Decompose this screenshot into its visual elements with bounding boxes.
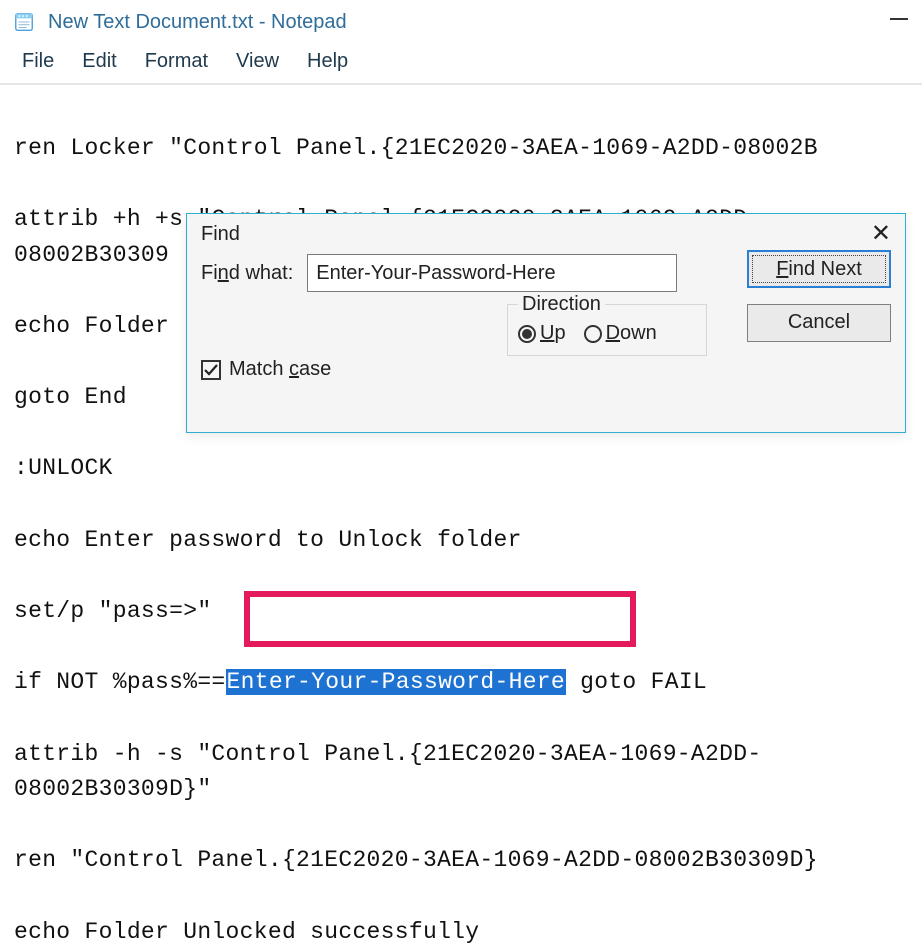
find-next-button[interactable]: Find Next (747, 250, 891, 288)
find-next-underline: F (776, 258, 788, 280)
down-underline: D (606, 322, 620, 344)
editor-line: echo Enter password to Unlock folder (14, 527, 522, 553)
find-dialog-body: Find what: Find Next Cancel Direction Up… (187, 250, 905, 424)
find-what-label: Find what: (201, 262, 293, 285)
menu-format[interactable]: Format (145, 50, 208, 73)
editor-line: 08002B30309 (14, 242, 169, 268)
editor-line: ren "Control Panel.{21EC2020-3AEA-1069-A… (14, 847, 818, 873)
editor-line: echo Folder (14, 313, 169, 339)
find-what-input[interactable] (307, 254, 677, 292)
menubar: File Edit Format View Help (0, 44, 922, 85)
find-next-text: ind Next (788, 258, 861, 280)
close-icon[interactable]: ✕ (871, 222, 891, 246)
editor-line: 08002B30309D}" (14, 776, 211, 802)
down-text: own (620, 322, 657, 344)
radio-icon (518, 325, 536, 343)
menu-edit[interactable]: Edit (82, 50, 116, 73)
match-case-label: Match case (229, 358, 331, 381)
editor-line: goto End (14, 384, 127, 410)
find-dialog-header: Find ✕ (187, 214, 905, 250)
direction-legend: Direction (518, 293, 605, 316)
up-text: p (554, 322, 565, 344)
editor-line: if NOT %pass%==Enter-Your-Password-Here … (14, 669, 707, 695)
find-dialog: Find ✕ Find what: Find Next Cancel Direc… (186, 213, 906, 433)
editor-line: ren Locker "Control Panel.{21EC2020-3AEA… (14, 135, 818, 161)
up-underline: U (540, 322, 554, 344)
menu-file[interactable]: File (22, 50, 54, 73)
editor-line: attrib -h -s "Control Panel.{21EC2020-3A… (14, 741, 761, 767)
checkbox-icon (201, 360, 221, 380)
window-titlebar: New Text Document.txt - Notepad (0, 0, 922, 44)
direction-up-radio[interactable]: Up (518, 322, 566, 345)
editor-text: if NOT %pass%== (14, 669, 226, 695)
direction-group: Direction Up Down (507, 304, 707, 356)
annotation-highlight-box (244, 591, 636, 647)
radio-icon (584, 325, 602, 343)
find-dialog-title: Find (201, 223, 240, 246)
minimize-button[interactable] (890, 18, 908, 20)
editor-line: :UNLOCK (14, 455, 113, 481)
editor-selection: Enter-Your-Password-Here (226, 669, 566, 695)
cancel-button[interactable]: Cancel (747, 304, 891, 342)
direction-down-radio[interactable]: Down (584, 322, 657, 345)
notepad-icon (12, 10, 36, 34)
menu-view[interactable]: View (236, 50, 279, 73)
menu-help[interactable]: Help (307, 50, 348, 73)
window-title: New Text Document.txt - Notepad (48, 11, 347, 34)
match-case-checkbox[interactable]: Match case (201, 358, 331, 381)
editor-line: set/p "pass=>" (14, 598, 211, 624)
editor-line: echo Folder Unlocked successfully (14, 919, 479, 945)
editor-text: goto FAIL (566, 669, 707, 695)
